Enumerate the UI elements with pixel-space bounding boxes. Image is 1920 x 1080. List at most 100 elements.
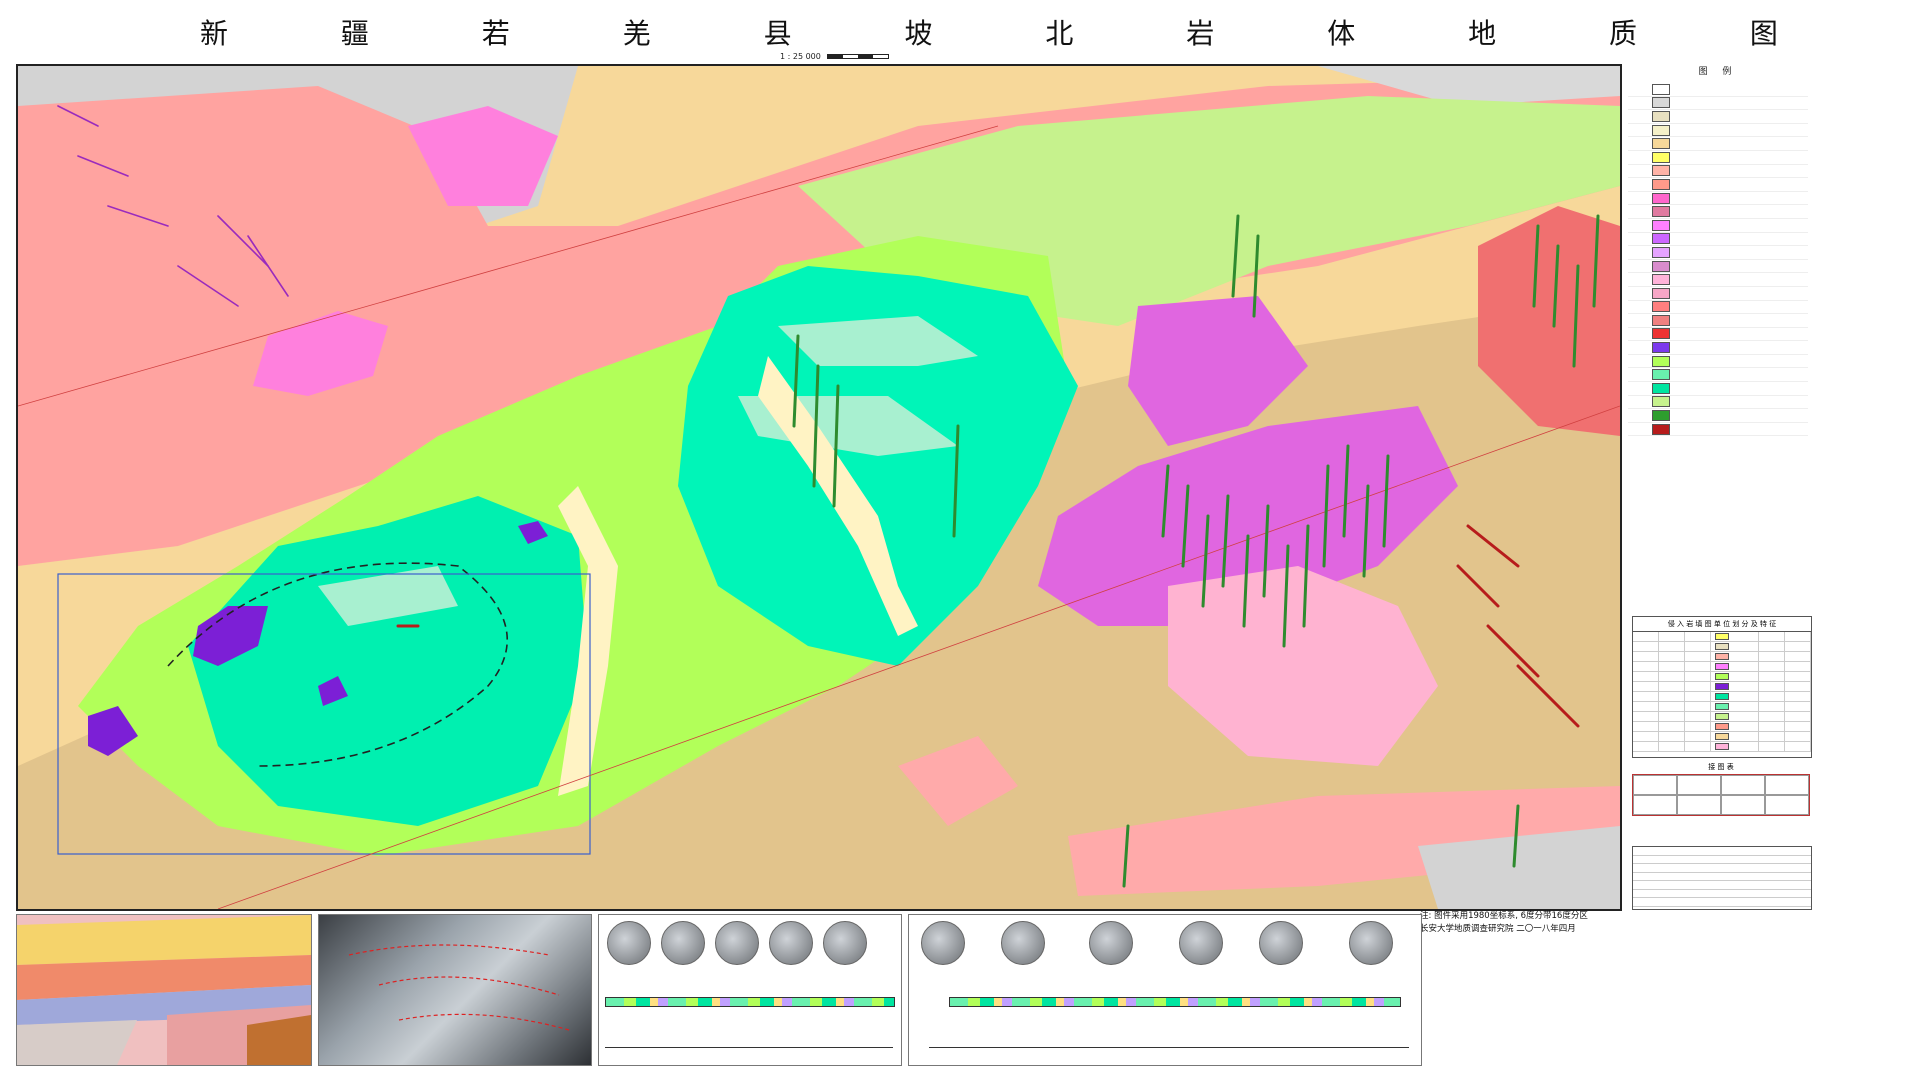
- title-block-row: [1633, 890, 1811, 898]
- cross-section-a[interactable]: [598, 914, 902, 1066]
- sample-photo: [921, 921, 965, 965]
- legend-swatch: [1652, 246, 1670, 258]
- table-cell: [1659, 632, 1685, 641]
- table-cell: [1685, 672, 1711, 681]
- table-cell: [1633, 672, 1659, 681]
- sample-photo: [607, 921, 651, 965]
- table-cell: [1633, 712, 1659, 721]
- legend-swatch: [1652, 355, 1670, 367]
- table-cell: [1785, 712, 1811, 721]
- table-cell: [1659, 732, 1685, 741]
- legend-swatch: [1652, 233, 1670, 245]
- legend-swatch: [1652, 165, 1670, 177]
- tectonic-inset-map[interactable]: [16, 914, 312, 1066]
- legend-item: [1628, 301, 1808, 315]
- table-row: [1633, 702, 1811, 712]
- legend-swatch: [1652, 178, 1670, 190]
- table-cell: [1633, 732, 1659, 741]
- cross-section-b[interactable]: [908, 914, 1422, 1066]
- legend-item: [1628, 165, 1808, 179]
- legend-item: [1628, 219, 1808, 233]
- table-cell: [1685, 732, 1711, 741]
- table-cell: [1659, 702, 1685, 711]
- table-cell: [1685, 632, 1711, 641]
- sample-photo: [1179, 921, 1223, 965]
- table-cell: [1733, 682, 1759, 691]
- table-row: [1633, 652, 1811, 662]
- table-cell: [1659, 642, 1685, 651]
- legend-item: [1628, 246, 1808, 260]
- table-cell: [1659, 722, 1685, 731]
- legend-item: [1628, 124, 1808, 138]
- table-cell: [1733, 632, 1759, 641]
- index-cell: [1677, 775, 1721, 795]
- table-cell: [1633, 742, 1659, 751]
- table-cell: [1685, 662, 1711, 671]
- legend-list: [1628, 83, 1808, 437]
- table-row: [1633, 732, 1811, 742]
- table-cell: [1785, 652, 1811, 661]
- sample-photo: [769, 921, 813, 965]
- legend-swatch: [1652, 274, 1670, 286]
- index-grid: [1632, 774, 1810, 816]
- index-cell: [1633, 775, 1677, 795]
- table-cell: [1759, 662, 1785, 671]
- table-title: 侵 入 岩 填 图 单 位 划 分 及 特 征: [1633, 617, 1811, 632]
- map-note: 注: 图件采用1980坐标系, 6度分带16度分区 长安大学地质调查研究院 二〇…: [1420, 910, 1820, 936]
- table-cell: [1759, 722, 1785, 731]
- table-cell: [1785, 742, 1811, 751]
- table-cell: [1633, 652, 1659, 661]
- table-swatch: [1715, 743, 1729, 750]
- legend-swatch: [1652, 260, 1670, 272]
- table-row: [1633, 742, 1811, 752]
- legend-item: [1628, 328, 1808, 342]
- table-swatch: [1715, 723, 1729, 730]
- table-cell: [1633, 702, 1659, 711]
- table-cell: [1633, 682, 1659, 691]
- legend-title: 图 例: [1698, 67, 1738, 77]
- legend-item: [1628, 260, 1808, 274]
- table-cell: [1685, 722, 1711, 731]
- table-cell: [1733, 642, 1759, 651]
- tectonic-inset-canvas: [17, 915, 311, 1065]
- legend-item: [1628, 382, 1808, 396]
- table-cell: [1633, 642, 1659, 651]
- legend-swatch: [1652, 328, 1670, 340]
- section-strip: [949, 997, 1401, 1007]
- field-photo[interactable]: [318, 914, 592, 1066]
- table-cell: [1759, 682, 1785, 691]
- table-cell: [1733, 732, 1759, 741]
- legend-swatch: [1652, 396, 1670, 408]
- geologic-map[interactable]: [16, 64, 1622, 911]
- table-cell: [1633, 632, 1659, 641]
- table-cell: [1759, 702, 1785, 711]
- legend-item: [1628, 423, 1808, 437]
- table-cell: [1785, 702, 1811, 711]
- table-cell: [1633, 662, 1659, 671]
- table-cell: [1785, 692, 1811, 701]
- sample-photo: [1349, 921, 1393, 965]
- table-cell: [1659, 652, 1685, 661]
- table-cell: [1759, 672, 1785, 681]
- sample-photo: [823, 921, 867, 965]
- legend-item: [1628, 341, 1808, 355]
- table-swatch: [1715, 673, 1729, 680]
- legend-item: [1628, 273, 1808, 287]
- table-cell: [1759, 652, 1785, 661]
- legend-swatch: [1652, 138, 1670, 150]
- title-block-row: [1633, 881, 1811, 890]
- table-cell: [1785, 682, 1811, 691]
- table-cell: [1659, 712, 1685, 721]
- table-cell: [1759, 732, 1785, 741]
- table-swatch: [1715, 643, 1729, 650]
- table-row: [1633, 672, 1811, 682]
- table-cell: [1759, 712, 1785, 721]
- legend-swatch: [1652, 83, 1670, 95]
- scale-bar-graphic: [827, 54, 890, 59]
- legend-item: [1628, 151, 1808, 165]
- scale-text: 1 : 25 000: [780, 52, 821, 61]
- map-canvas[interactable]: [18, 66, 1620, 909]
- table-row: [1633, 632, 1811, 642]
- legend-swatch: [1652, 110, 1670, 122]
- coordinate-note: 注: 图件采用1980坐标系, 6度分带16度分区: [1420, 911, 1588, 921]
